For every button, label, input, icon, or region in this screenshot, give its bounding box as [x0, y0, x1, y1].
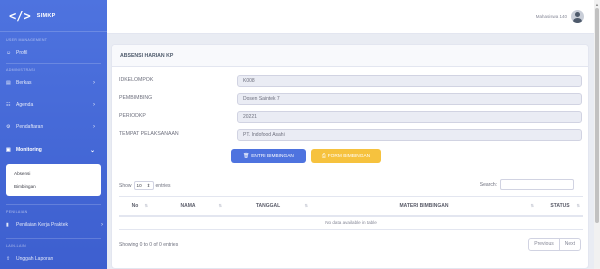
sidebar-item-profil[interactable]: ☺ Profil [0, 46, 107, 60]
heading-lain-lain: LAIN-LAIN [6, 244, 26, 248]
print-icon: ⎙ [321, 154, 326, 159]
field-label: PERIODKP [119, 113, 146, 119]
sidebar-item-label: Agenda [16, 102, 34, 108]
table-search: Search: [480, 179, 574, 190]
search-label: Search: [479, 181, 497, 188]
card-title: ABSENSI HARIAN KP [112, 45, 588, 67]
absensi-card: ABSENSI HARIAN KP IDKELOMPOK K008 PEMBIM… [111, 44, 589, 269]
field-label: TEMPAT PELAKSANAAN [119, 131, 179, 137]
brand-name: SIMKP [36, 12, 56, 19]
user-name: Mahasiswa 140 [535, 14, 567, 19]
field-label: PEMBIMBING [119, 95, 153, 101]
field-periodkp: PERIODKP 20221 [119, 111, 582, 123]
previous-button[interactable]: Previous [529, 239, 558, 250]
topbar: Mahasiswa 140 [107, 0, 594, 34]
table-info: Showing 0 to 0 of 0 entries [119, 242, 179, 248]
calendar-icon: ☷ [6, 102, 11, 108]
sidebar-item-label: Berkas [16, 80, 32, 86]
sidebar-item-label: Monitoring [16, 147, 42, 153]
entries-select[interactable]: 10 ⇕ [133, 181, 154, 190]
sidebar: </> SIMKP USER MANAGEMENT ☺ Profil ADMIN… [0, 0, 107, 269]
page-scrollbar[interactable]: ▲ [594, 0, 600, 269]
gear-icon: ⚙ [6, 124, 11, 130]
chevron-right-icon: › [93, 124, 95, 130]
idkelompok-input[interactable]: K008 [237, 75, 582, 87]
sidebar-item-label: Unggah Laporan [16, 256, 54, 262]
upload-icon: ⇧ [6, 256, 11, 262]
column-header-materi-bimbingan[interactable]: MATERI BIMBINGAN ⇅ [311, 196, 537, 217]
avatar [571, 10, 584, 23]
column-label: NAMA [180, 202, 196, 209]
sidebar-item-agenda[interactable]: ☷ Agenda › [0, 98, 107, 112]
column-header-status[interactable]: STATUS ⇅ [537, 196, 583, 217]
chart-icon: ▮ [6, 222, 9, 228]
entries-length-control: Show 10 ⇕ entries [119, 181, 171, 190]
sidebar-item-label: Profil [16, 50, 28, 56]
divider [6, 204, 101, 205]
sort-updown-icon: ⇕ [146, 182, 151, 188]
field-pembimbing: PEMBIMBING Dosen Saintek 7 [119, 93, 582, 105]
submenu-item-absensi[interactable]: Absensi [6, 167, 101, 180]
trash-icon: 🗑 [243, 153, 250, 159]
column-header-tanggal[interactable]: TANGGAL ⇅ [225, 196, 311, 217]
divider [6, 238, 101, 239]
heading-user-management: USER MANAGEMENT [6, 38, 48, 42]
pembimbing-input[interactable]: Dosen Saintek 7 [237, 93, 582, 105]
sort-icon: ⇅ [218, 203, 222, 208]
field-idkelompok: IDKELOMPOK K008 [119, 75, 582, 87]
heading-penilaian: PENILAIAN [6, 210, 28, 214]
search-input[interactable] [500, 179, 574, 190]
button-label: ENTRI BIMBINGAN [251, 153, 294, 159]
column-label: MATERI BIMBINGAN [399, 202, 449, 209]
user-menu[interactable]: Mahasiswa 140 [536, 10, 584, 23]
entries-label: entries [155, 182, 171, 189]
column-header-nama[interactable]: NAMA ⇅ [151, 196, 225, 217]
column-label: STATUS [550, 202, 570, 209]
table-row: No data available in table [119, 215, 583, 230]
folder-icon: ▤ [6, 80, 11, 86]
button-label: FORM BIMBINGAN [327, 153, 371, 159]
chevron-right-icon: › [101, 222, 103, 228]
divider [6, 63, 101, 64]
chevron-right-icon: › [93, 80, 95, 86]
sidebar-item-penilaian[interactable]: ▮ Penilaian Kerja Praktek › [0, 218, 107, 232]
entri-bimbingan-button[interactable]: 🗑 ENTRI BIMBINGAN [231, 149, 306, 163]
pagination: Previous Next [528, 238, 581, 251]
empty-table-message: No data available in table [119, 215, 583, 230]
bimbingan-table: No ⇅ NAMA ⇅ TANGGAL ⇅ MATERI BIMBINGAN ⇅… [119, 196, 583, 230]
user-icon: ☺ [6, 50, 12, 56]
column-label: No [131, 202, 139, 209]
column-label: TANGGAL [255, 202, 281, 209]
sidebar-item-pendaftaran[interactable]: ⚙ Pendaftaran › [0, 120, 107, 134]
tempat-pelaksanaan-input[interactable]: PT. Indofood Asahi [237, 129, 582, 141]
sidebar-item-label: Penilaian Kerja Praktek [16, 222, 68, 228]
field-tempat-pelaksanaan: TEMPAT PELAKSANAAN PT. Indofood Asahi [119, 129, 582, 141]
brand[interactable]: </> SIMKP [0, 0, 107, 32]
heading-administrasi: ADMINISTRASI [6, 68, 36, 72]
chevron-down-icon: ⌄ [89, 147, 95, 154]
sort-icon: ⇅ [530, 203, 534, 208]
sidebar-item-monitoring[interactable]: ▣ Monitoring ⌄ [0, 143, 107, 157]
scroll-up-icon[interactable]: ▲ [595, 2, 599, 7]
code-logo-icon: </> [9, 8, 31, 23]
submenu-item-bimbingan[interactable]: Bimbingan [6, 180, 101, 193]
sort-icon: ⇅ [304, 203, 308, 208]
column-header-no[interactable]: No ⇅ [119, 196, 151, 217]
form-bimbingan-button[interactable]: ⎙ FORM BIMBINGAN [311, 149, 381, 163]
monitor-icon: ▣ [6, 147, 11, 153]
show-label: Show [119, 182, 132, 189]
chevron-right-icon: › [93, 102, 95, 108]
next-button[interactable]: Next [558, 239, 580, 250]
sidebar-item-label: Pendaftaran [16, 124, 44, 130]
field-label: IDKELOMPOK [119, 77, 154, 83]
monitoring-submenu: Absensi Bimbingan [6, 164, 101, 196]
sort-icon: ⇅ [144, 203, 148, 208]
entries-value: 10 [136, 183, 142, 188]
sort-icon: ⇅ [576, 203, 580, 208]
periodkp-input[interactable]: 20221 [237, 111, 582, 123]
scrollbar-thumb[interactable] [595, 8, 599, 223]
sidebar-item-unggah-laporan[interactable]: ⇧ Unggah Laporan [0, 252, 107, 266]
sidebar-item-berkas[interactable]: ▤ Berkas › [0, 76, 107, 90]
